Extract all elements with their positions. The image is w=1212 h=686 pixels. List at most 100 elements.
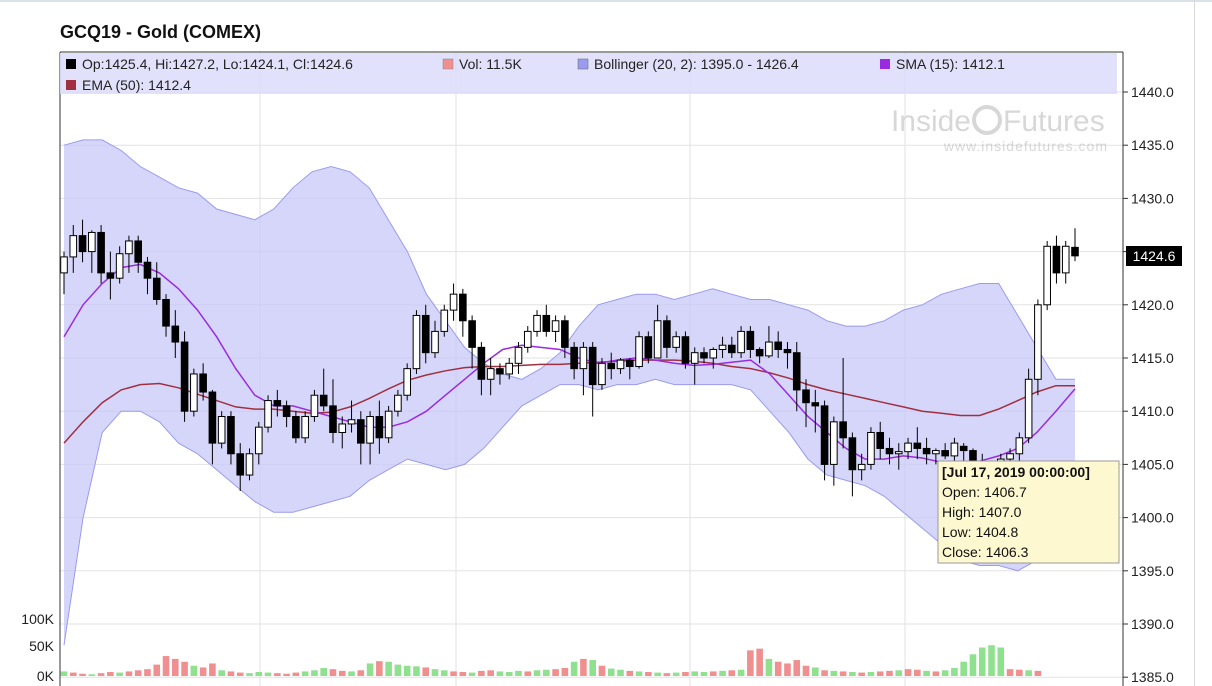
candle-body xyxy=(514,346,523,364)
watermark: Inside Futures www.insidefutures.com xyxy=(891,105,1107,154)
volume-bar xyxy=(394,664,402,676)
volume-bar xyxy=(533,670,541,676)
volume-bar xyxy=(1034,670,1042,676)
candle-body xyxy=(273,400,282,407)
volume-bar xyxy=(774,661,782,676)
candle-body xyxy=(1024,378,1033,439)
volume-bar xyxy=(867,672,875,676)
volume-bar xyxy=(162,656,170,676)
volume-bar xyxy=(264,672,272,676)
tooltip-low: Low: 1404.8 xyxy=(942,524,1018,540)
candle-body xyxy=(802,389,810,404)
volume-bar xyxy=(709,671,717,676)
volume-bar xyxy=(691,671,699,676)
volume-tick-label: 50K xyxy=(29,638,55,654)
price-tick-label: 1390.0 xyxy=(1131,616,1174,632)
candle-body xyxy=(394,394,402,412)
volume-bar xyxy=(793,660,801,676)
volume-bar xyxy=(923,670,930,676)
candle[interactable] xyxy=(1024,368,1033,444)
candle[interactable] xyxy=(217,411,226,449)
candle[interactable] xyxy=(384,405,393,444)
candle-body xyxy=(366,416,374,444)
volume-bar xyxy=(450,671,457,676)
volume-bar xyxy=(997,647,1005,676)
volume-bar xyxy=(348,671,355,676)
candle-body xyxy=(431,330,439,354)
candle-body xyxy=(820,405,829,465)
tooltip-date: [Jul 17, 2019 00:00:00] xyxy=(942,464,1090,480)
candle[interactable] xyxy=(264,395,272,433)
candle[interactable] xyxy=(1071,228,1079,262)
candle[interactable] xyxy=(551,315,560,343)
volume-bar xyxy=(505,672,513,676)
candle-body xyxy=(783,348,792,354)
volume-bar xyxy=(274,673,281,676)
volume-bar xyxy=(403,665,411,676)
candle[interactable] xyxy=(635,331,643,369)
last-price-label: 1424.6 xyxy=(1133,248,1176,264)
volume-bar xyxy=(951,668,958,676)
candle[interactable] xyxy=(523,326,532,353)
volume-bar xyxy=(301,671,309,676)
candle-body xyxy=(718,344,727,350)
candle[interactable] xyxy=(459,288,467,337)
candle[interactable] xyxy=(542,304,551,337)
candle-body xyxy=(217,416,226,444)
volume-bar xyxy=(413,666,420,676)
candle[interactable] xyxy=(848,432,857,497)
candle-body xyxy=(347,419,356,425)
watermark-brand-right: Futures xyxy=(1003,105,1105,138)
candle-body xyxy=(477,346,486,380)
candle[interactable] xyxy=(681,331,690,369)
candle-body xyxy=(227,416,235,455)
volume-bar xyxy=(422,667,430,676)
volume-bar xyxy=(385,661,392,676)
volume-bar xyxy=(830,670,838,676)
candle[interactable] xyxy=(190,368,198,417)
candle-body xyxy=(523,330,532,348)
candle[interactable] xyxy=(579,342,588,396)
candle-body xyxy=(533,314,541,332)
candle[interactable] xyxy=(1052,235,1061,284)
candle-body xyxy=(681,336,690,364)
volume-bar xyxy=(218,670,225,676)
candle[interactable] xyxy=(867,427,875,470)
candle-body xyxy=(162,298,170,327)
candle-body xyxy=(959,445,968,452)
candle-body xyxy=(839,421,847,439)
candle-body xyxy=(913,442,922,449)
volume-bar xyxy=(172,658,179,676)
candle-body xyxy=(310,394,319,418)
candle-body xyxy=(774,341,782,350)
volume-axis: 100K 50K 0K xyxy=(21,611,54,684)
candle-body xyxy=(542,314,551,332)
volume-bar xyxy=(190,665,198,676)
candle-body xyxy=(1043,245,1051,306)
volume-bar xyxy=(635,671,643,676)
volume-bar xyxy=(478,670,485,676)
candle-body xyxy=(496,368,504,375)
candle-body xyxy=(922,447,931,455)
volume-bar xyxy=(376,661,383,676)
volume-bar xyxy=(719,670,726,676)
candle-body xyxy=(598,362,606,386)
volume-bar xyxy=(236,672,244,676)
legend-ema: EMA (50): 1412.4 xyxy=(82,77,191,93)
candle[interactable] xyxy=(180,331,189,422)
candle-body xyxy=(950,442,959,457)
candle[interactable] xyxy=(588,342,597,417)
price-tick-label: 1405.0 xyxy=(1131,456,1174,472)
candle[interactable] xyxy=(403,363,411,401)
price-chart[interactable]: 1385.0 1390.0 1395.0 1400.0 1405.0 1410.0 1415… xyxy=(0,0,1212,686)
candle-body xyxy=(635,336,643,368)
candle[interactable] xyxy=(533,310,541,337)
volume-bar xyxy=(914,669,921,676)
candle-body xyxy=(329,405,337,433)
candle[interactable] xyxy=(1043,240,1051,311)
candle[interactable] xyxy=(1061,240,1070,284)
candle-body xyxy=(301,416,309,439)
volume-bar xyxy=(134,670,142,676)
volume-bar xyxy=(580,658,587,676)
candle[interactable] xyxy=(412,310,421,374)
